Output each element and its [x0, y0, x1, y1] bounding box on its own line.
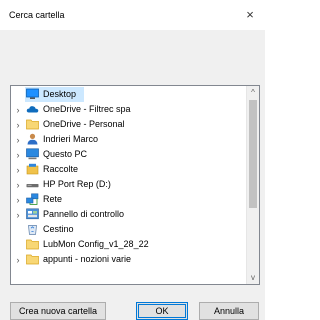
recycle-bin-icon: [26, 223, 39, 235]
tree-item-label: OneDrive - Personal: [43, 119, 125, 129]
expand-chevron-icon[interactable]: ›: [14, 192, 22, 207]
title-bar: Cerca cartella ×: [0, 0, 265, 30]
scroll-up-button[interactable]: ^: [247, 86, 259, 99]
expand-chevron-icon[interactable]: ›: [14, 252, 22, 267]
chevron-down-icon: v: [251, 273, 255, 282]
network-icon: [26, 193, 39, 205]
tree-item-label: LubMon Config_v1_28_22: [43, 239, 149, 249]
expand-chevron-icon[interactable]: ›: [14, 117, 22, 132]
vertical-scrollbar[interactable]: ^ v: [246, 86, 259, 284]
tree-item-label: Rete: [43, 194, 63, 204]
expand-chevron-icon: [14, 87, 22, 102]
tree-item-label: Questo PC: [43, 149, 88, 159]
new-folder-button[interactable]: Crea nuova cartella: [10, 302, 106, 320]
scroll-down-button[interactable]: v: [247, 271, 259, 284]
tree-item-label: OneDrive - Filtrec spa: [43, 104, 131, 114]
tree-item[interactable]: › Pannello di controllo: [11, 207, 247, 222]
expand-chevron-icon[interactable]: ›: [14, 162, 22, 177]
tree-item[interactable]: › Raccolte: [11, 162, 247, 177]
expand-chevron-icon: [14, 222, 22, 237]
drive-icon: [26, 178, 39, 190]
tree-item[interactable]: › Questo PC: [11, 147, 247, 162]
description-area: [0, 30, 265, 64]
desktop-icon: [26, 88, 39, 100]
tree-item-label: Raccolte: [43, 164, 79, 174]
tree-item-label: Indrieri Marco: [43, 134, 99, 144]
close-icon: ×: [246, 6, 254, 22]
folder-icon: [26, 118, 39, 130]
user-icon: [26, 133, 39, 145]
tree-item-label: appunti - nozioni varie: [43, 254, 132, 264]
tree-item-label: Desktop: [43, 89, 77, 99]
tree-item[interactable]: LubMon Config_v1_28_22: [11, 237, 247, 252]
tree-item[interactable]: › appunti - nozioni varie: [11, 252, 247, 267]
tree-item[interactable]: › OneDrive - Filtrec spa: [11, 102, 247, 117]
tree-item-label: HP Port Rep (D:): [43, 179, 111, 189]
onedrive-cloud-icon: [26, 103, 39, 115]
folder-icon: [26, 253, 39, 265]
control-panel-icon: [26, 208, 39, 220]
expand-chevron-icon[interactable]: ›: [14, 207, 22, 222]
expand-chevron-icon: [14, 237, 22, 252]
libraries-icon: [26, 163, 39, 175]
tree-item[interactable]: › OneDrive - Personal: [11, 117, 247, 132]
ok-button[interactable]: OK: [136, 302, 188, 320]
expand-chevron-icon[interactable]: ›: [14, 177, 22, 192]
tree-item[interactable]: › Indrieri Marco: [11, 132, 247, 147]
computer-icon: [26, 148, 39, 160]
cancel-button[interactable]: Annulla: [199, 302, 259, 320]
tree-item-label: Cestino: [43, 224, 74, 234]
folder-tree[interactable]: Desktop › OneDrive - Filtrec spa › OneDrive …: [10, 85, 260, 285]
tree-item[interactable]: Desktop: [11, 87, 247, 102]
window-title: Cerca cartella: [9, 10, 65, 20]
tree-item[interactable]: › HP Port Rep (D:): [11, 177, 247, 192]
chevron-up-icon: ^: [251, 88, 255, 97]
close-button[interactable]: ×: [239, 4, 261, 24]
tree-item[interactable]: › Rete: [11, 192, 247, 207]
expand-chevron-icon[interactable]: ›: [14, 132, 22, 147]
tree-item-label: Pannello di controllo: [43, 209, 125, 219]
expand-chevron-icon[interactable]: ›: [14, 102, 22, 117]
folder-icon: [26, 238, 39, 250]
tree-item[interactable]: Cestino: [11, 222, 247, 237]
scrollbar-thumb[interactable]: [249, 100, 257, 208]
expand-chevron-icon[interactable]: ›: [14, 147, 22, 162]
